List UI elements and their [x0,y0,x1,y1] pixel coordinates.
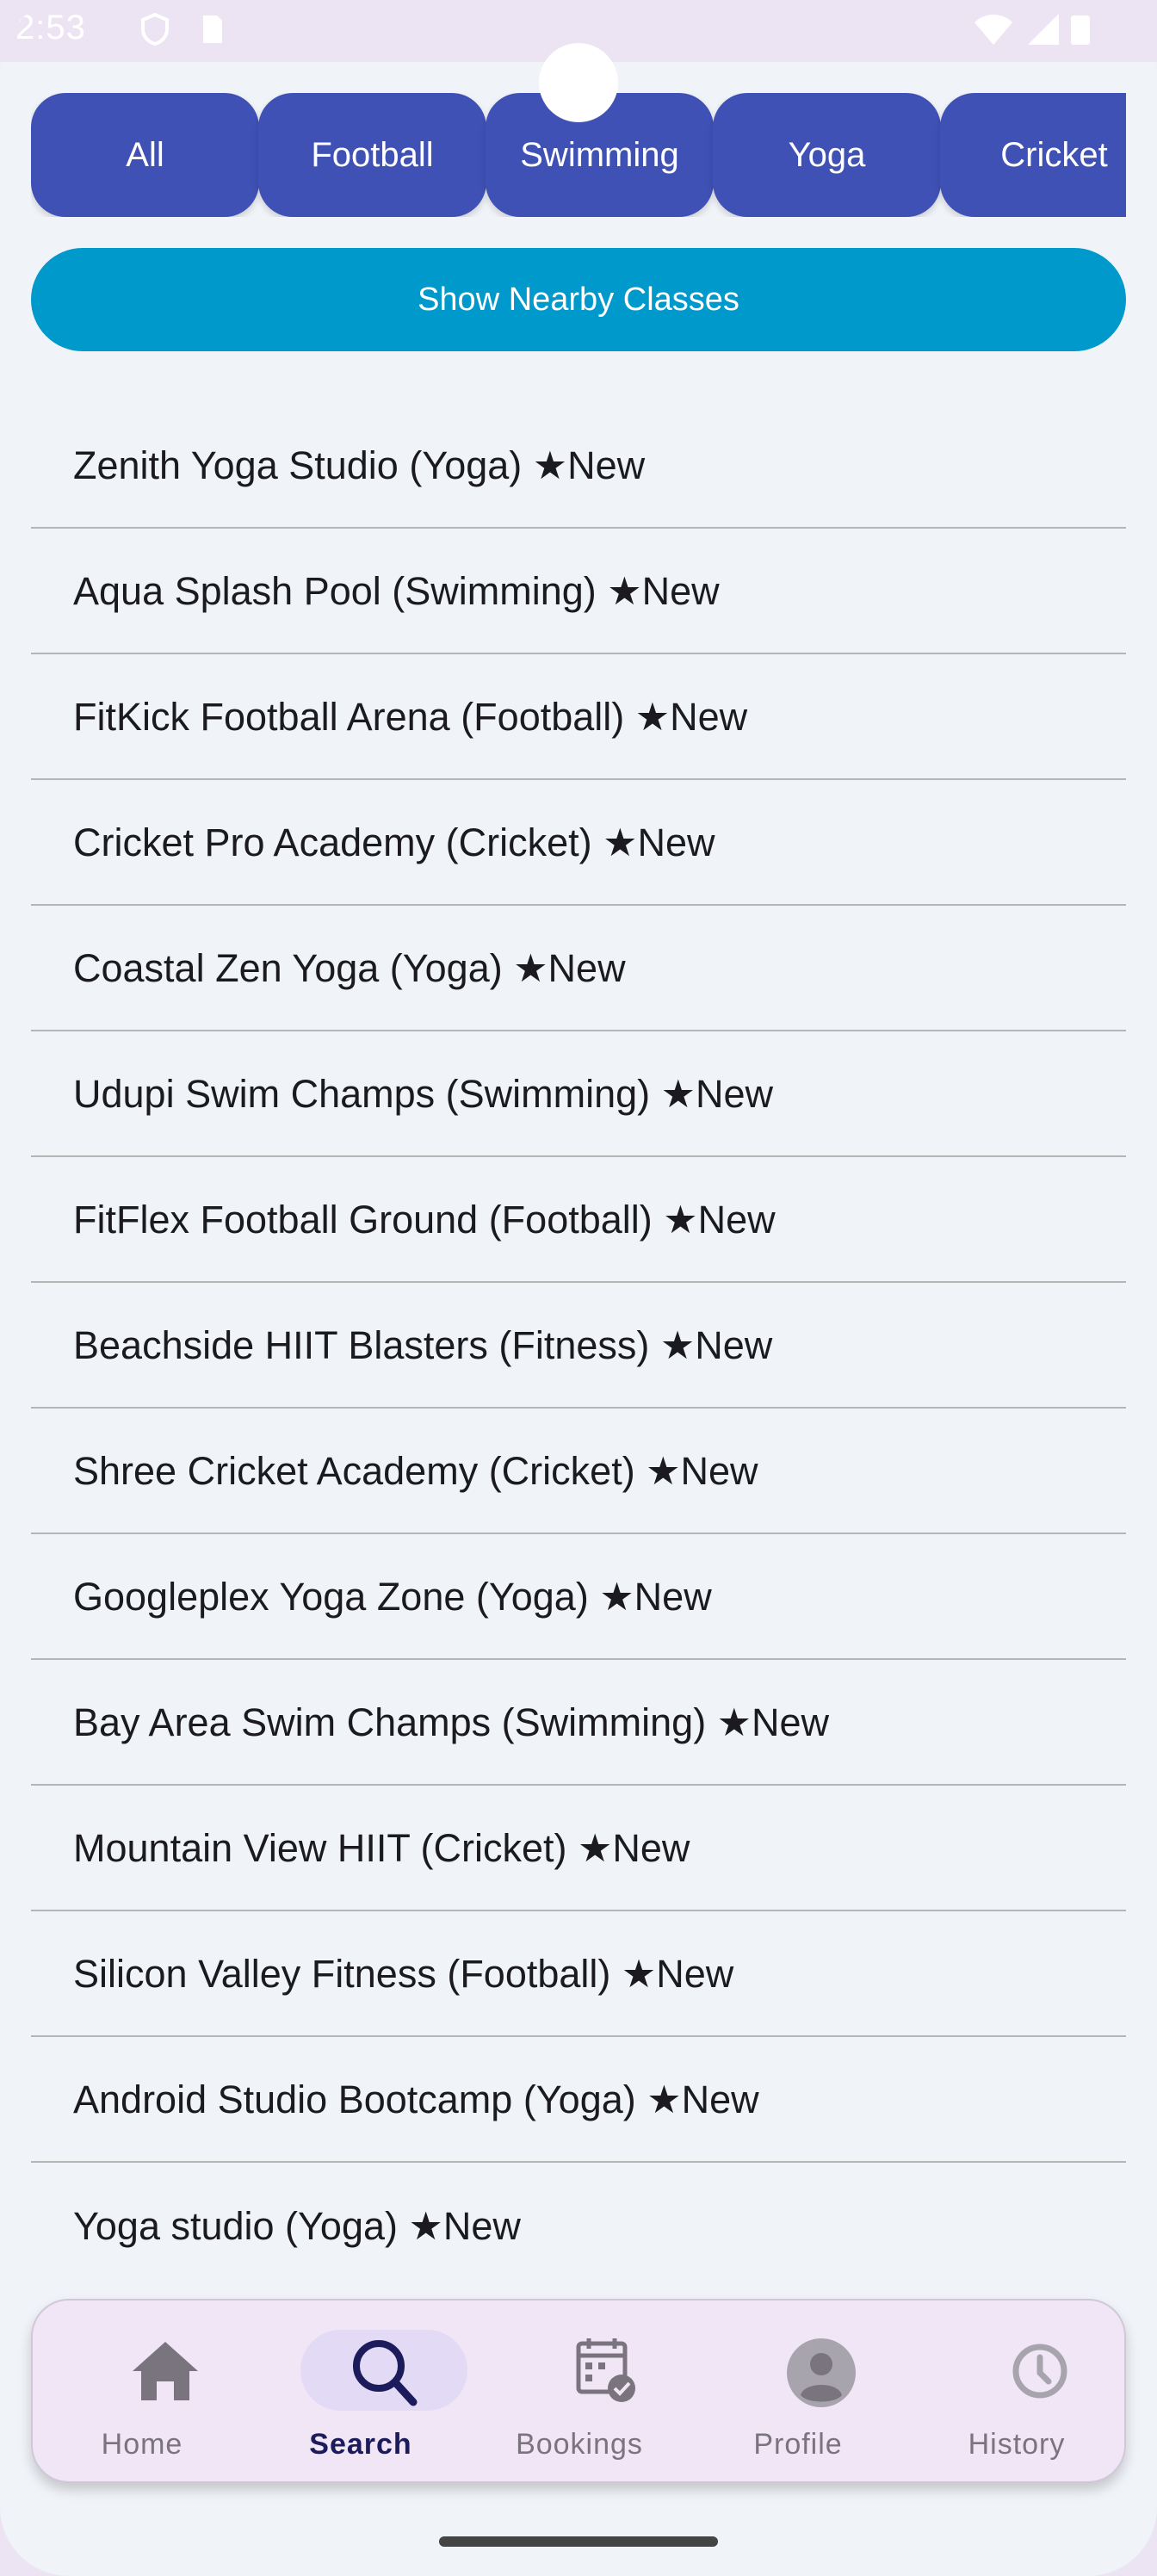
list-item[interactable]: Shree Cricket Academy (Cricket) ★New [31,1409,1126,1534]
home-icon [133,2342,198,2400]
nav-item-search[interactable]: Search [251,2300,470,2485]
list-item[interactable]: FitFlex Football Ground (Football) ★New [31,1157,1126,1283]
wifi-icon [974,15,1012,45]
shield-icon [141,12,169,46]
bottom-navigation: Home Search Bookings Profile History [31,2299,1126,2483]
search-icon [353,2340,418,2406]
chip-football[interactable]: Football [258,93,486,217]
app-screen: 2:53 All Football Swimming Yoga Cricket … [0,0,1157,2576]
list-item[interactable]: Beachside HIIT Blasters (Fitness) ★New [31,1283,1126,1409]
nav-item-home[interactable]: Home [33,2300,251,2485]
sim-card-icon [203,15,222,43]
camera-cutout [539,43,618,122]
nav-label-search: Search [309,2428,412,2461]
nav-item-profile[interactable]: Profile [689,2300,907,2485]
class-list: Zenith Yoga Studio (Yoga) ★New Aqua Spla… [31,403,1126,2288]
list-item[interactable]: Coastal Zen Yoga (Yoga) ★New [31,906,1126,1031]
nav-item-history[interactable]: History [907,2300,1126,2485]
signal-icon [1028,14,1059,45]
list-item[interactable]: Zenith Yoga Studio (Yoga) ★New [31,403,1126,529]
list-item[interactable]: Mountain View HIIT (Cricket) ★New [31,1786,1126,1911]
history-icon [1012,2344,1067,2399]
nav-label-history: History [968,2428,1066,2461]
home-gesture-bar[interactable] [439,2536,718,2547]
list-item[interactable]: Yoga studio (Yoga) ★New [31,2163,1126,2288]
list-item[interactable]: Udupi Swim Champs (Swimming) ★New [31,1031,1126,1157]
show-nearby-classes-button[interactable]: Show Nearby Classes [31,248,1126,351]
chip-yoga[interactable]: Yoga [713,93,941,217]
calendar-check-icon [576,2338,635,2402]
chip-cricket[interactable]: Cricket [940,93,1126,217]
list-item[interactable]: Silicon Valley Fitness (Football) ★New [31,1911,1126,2037]
list-item[interactable]: Aqua Splash Pool (Swimming) ★New [31,529,1126,654]
nav-label-profile: Profile [753,2428,843,2461]
list-item[interactable]: Android Studio Bootcamp (Yoga) ★New [31,2037,1126,2163]
nav-item-bookings[interactable]: Bookings [470,2300,689,2485]
nav-label-home: Home [101,2428,183,2461]
list-item[interactable]: Cricket Pro Academy (Cricket) ★New [31,780,1126,906]
battery-icon [1071,15,1090,45]
chip-all[interactable]: All [31,93,259,217]
list-item[interactable]: Bay Area Swim Champs (Swimming) ★New [31,1660,1126,1786]
nav-label-bookings: Bookings [516,2428,643,2461]
list-item[interactable]: FitKick Football Arena (Football) ★New [31,654,1126,780]
list-item[interactable]: Googleplex Yoga Zone (Yoga) ★New [31,1534,1126,1660]
status-time: 2:53 [15,9,86,46]
account-icon [787,2338,856,2407]
